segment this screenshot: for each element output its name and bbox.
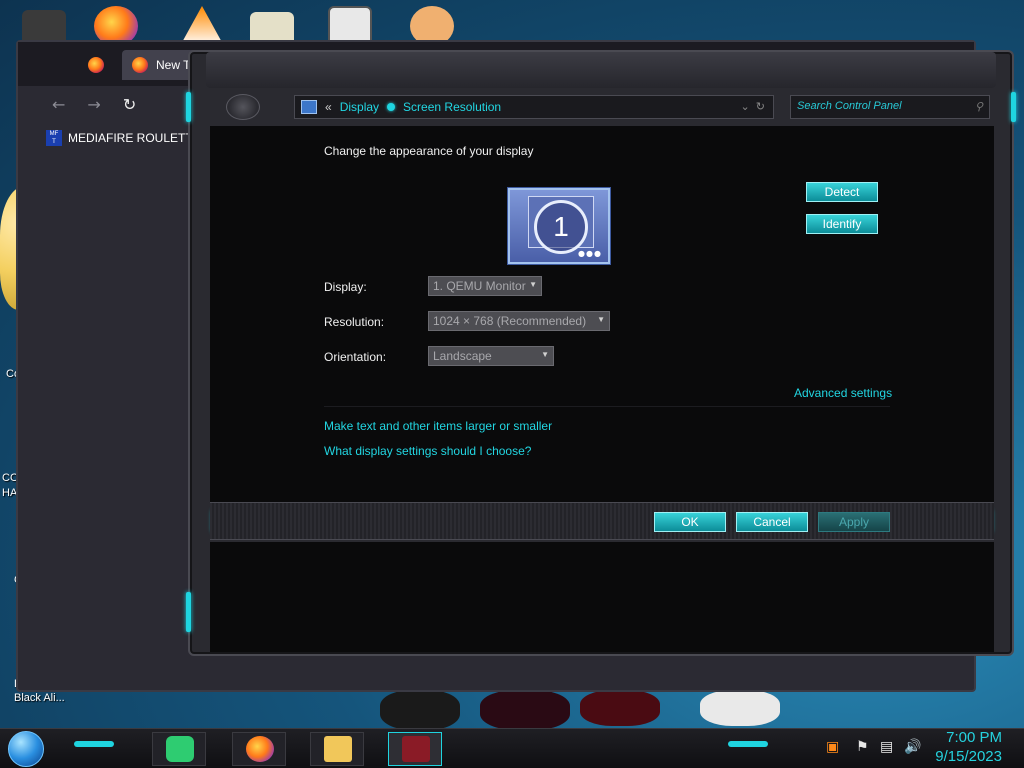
monitor-number: 1 xyxy=(534,200,588,254)
screen-resolution-window: « Display Screen Resolution ⌄ ↻ Search C… xyxy=(186,50,1016,656)
window-title-bar[interactable] xyxy=(206,52,996,88)
notes-icon xyxy=(166,736,194,762)
volume-icon[interactable]: 🔊 xyxy=(904,739,921,755)
orientation-label: Orientation: xyxy=(324,350,387,364)
wallpaper-shoe-shape xyxy=(480,690,570,730)
taskbar-control-panel[interactable] xyxy=(388,732,442,766)
clock-date: 9/15/2023 xyxy=(935,748,1002,765)
taskbar-accent xyxy=(728,741,768,747)
breadcrumb-overflow[interactable]: « xyxy=(325,100,332,114)
address-row: « Display Screen Resolution ⌄ ↻ Search C… xyxy=(210,92,996,122)
mediafire-icon: MF T xyxy=(46,130,62,146)
breadcrumb-separator-icon[interactable] xyxy=(387,103,396,111)
monitor-preview-icon[interactable]: 1 ●●● xyxy=(508,188,610,264)
browser-nav-bar: ← → ↻ xyxy=(18,86,198,122)
chevron-down-icon: ▼ xyxy=(529,280,537,289)
tray-app-icon[interactable]: ▣ xyxy=(826,739,839,755)
detect-button[interactable]: Detect xyxy=(806,182,878,202)
display-help-link[interactable]: What display settings should I choose? xyxy=(324,444,531,458)
chevron-down-icon: ▼ xyxy=(597,315,605,324)
search-icon: ⚲ xyxy=(974,101,983,113)
window-lower-panel xyxy=(210,542,994,652)
taskbar-accent xyxy=(74,741,114,747)
back-forward-orb[interactable] xyxy=(226,94,260,120)
taskbar: ▣ ⚑ ▤ 🔊 7:00 PM 9/15/2023 xyxy=(0,728,1024,768)
back-button[interactable]: ← xyxy=(52,95,65,114)
desktop-label: Black Ali... xyxy=(14,692,65,704)
advanced-settings-link[interactable]: Advanced settings xyxy=(794,386,892,400)
resolution-select-value: 1024 × 768 (Recommended) xyxy=(433,314,587,328)
display-select[interactable]: 1. QEMU Monitor ▼ xyxy=(428,276,542,296)
address-bar[interactable]: « Display Screen Resolution ⌄ ↻ xyxy=(294,95,774,119)
chevron-down-icon: ▼ xyxy=(541,350,549,359)
control-panel-icon xyxy=(301,100,317,114)
firefox-icon xyxy=(132,57,148,73)
bookmark-mediafire[interactable]: MF T MEDIAFIRE ROULETTER xyxy=(46,130,209,146)
display-select-value: 1. QEMU Monitor xyxy=(433,279,526,293)
section-divider xyxy=(324,406,890,407)
frame-accent xyxy=(186,92,191,122)
breadcrumb-display[interactable]: Display xyxy=(340,100,379,114)
flag-icon[interactable]: ⚑ xyxy=(856,739,869,755)
display-label: Display: xyxy=(324,280,367,294)
firefox-icon xyxy=(88,57,104,73)
search-placeholder: Search Control Panel xyxy=(797,100,902,112)
breadcrumb-screen-resolution[interactable]: Screen Resolution xyxy=(403,100,501,114)
network-icon[interactable]: ▤ xyxy=(880,739,893,755)
monitor-dots: ●●● xyxy=(578,249,602,258)
cancel-button[interactable]: Cancel xyxy=(736,512,808,532)
frame-accent xyxy=(186,592,191,632)
folder-icon xyxy=(324,736,352,762)
page-title: Change the appearance of your display xyxy=(324,144,534,158)
tab-firefox-view[interactable] xyxy=(88,50,104,80)
wallpaper-shoe-shape xyxy=(380,690,460,730)
taskbar-firefox[interactable] xyxy=(232,732,286,766)
wallpaper-shoe-shape xyxy=(700,690,780,726)
reload-button[interactable]: ↻ xyxy=(123,95,136,114)
text-size-link[interactable]: Make text and other items larger or smal… xyxy=(324,419,552,433)
control-panel-icon xyxy=(402,736,430,762)
taskbar-notes-app[interactable] xyxy=(152,732,206,766)
orientation-select[interactable]: Landscape ▼ xyxy=(428,346,554,366)
identify-button[interactable]: Identify xyxy=(806,214,878,234)
orientation-select-value: Landscape xyxy=(433,349,492,363)
clock-time: 7:00 PM xyxy=(946,729,1002,746)
forward-button[interactable]: → xyxy=(87,95,100,114)
address-dropdown-refresh[interactable]: ⌄ ↻ xyxy=(740,100,765,113)
start-button[interactable] xyxy=(8,731,44,767)
search-input[interactable]: Search Control Panel ⚲ xyxy=(790,95,990,119)
firefox-icon xyxy=(246,736,274,762)
frame-accent xyxy=(1011,92,1016,122)
ok-button[interactable]: OK xyxy=(654,512,726,532)
dialog-button-bar: OK Cancel Apply xyxy=(210,502,994,540)
main-content: Change the appearance of your display 1 … xyxy=(210,126,994,502)
apply-button[interactable]: Apply xyxy=(818,512,890,532)
clock[interactable]: 7:00 PM 9/15/2023 xyxy=(935,729,1002,767)
resolution-select[interactable]: 1024 × 768 (Recommended) ▼ xyxy=(428,311,610,331)
resolution-label: Resolution: xyxy=(324,315,385,329)
taskbar-file-explorer[interactable] xyxy=(310,732,364,766)
wallpaper-shoe-shape xyxy=(580,690,660,726)
